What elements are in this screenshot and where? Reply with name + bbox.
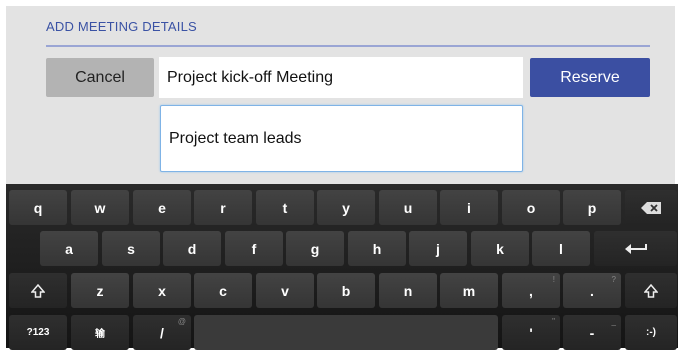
period-hint: ?	[611, 275, 616, 284]
key-y[interactable]: y	[317, 190, 375, 225]
reserve-button[interactable]: Reserve	[530, 58, 650, 97]
apostrophe-label: '	[529, 324, 533, 341]
key-v[interactable]: v	[256, 273, 314, 308]
space-bar[interactable]	[194, 315, 498, 350]
shift-icon	[31, 283, 45, 298]
key-i[interactable]: i	[440, 190, 498, 225]
dash-label: -	[589, 324, 595, 341]
key-d[interactable]: d	[163, 231, 221, 266]
key-h[interactable]: h	[348, 231, 406, 266]
key-k[interactable]: k	[471, 231, 529, 266]
enter-key[interactable]	[594, 231, 677, 266]
key-l[interactable]: l	[532, 231, 590, 266]
shift-icon	[644, 283, 658, 298]
key-w[interactable]: w	[71, 190, 129, 225]
key-period[interactable]: . ?	[563, 273, 621, 308]
enter-icon	[624, 243, 647, 254]
key-x[interactable]: x	[133, 273, 191, 308]
slash-label: /	[160, 324, 164, 341]
key-z[interactable]: z	[71, 273, 129, 308]
key-slash[interactable]: / @	[133, 315, 191, 350]
smiley-key[interactable]: :-)	[625, 315, 677, 350]
key-a[interactable]: a	[40, 231, 98, 266]
language-key[interactable]: 输	[71, 315, 129, 350]
meeting-title-value: Project kick-off Meeting	[167, 68, 333, 86]
key-b[interactable]: b	[317, 273, 375, 308]
key-m[interactable]: m	[440, 273, 498, 308]
attendees-value: Project team leads	[169, 129, 302, 147]
key-apostrophe[interactable]: ' "	[502, 315, 560, 350]
attendees-input[interactable]: Project team leads	[160, 105, 523, 172]
key-c[interactable]: c	[194, 273, 252, 308]
key-comma[interactable]: , !	[502, 273, 560, 308]
key-o[interactable]: o	[502, 190, 560, 225]
key-r[interactable]: r	[194, 190, 252, 225]
dash-hint: _	[611, 317, 616, 326]
key-g[interactable]: g	[286, 231, 344, 266]
dialog-title: ADD MEETING DETAILS	[46, 19, 197, 34]
key-s[interactable]: s	[102, 231, 160, 266]
shift-key-right[interactable]	[625, 273, 677, 308]
title-divider	[46, 45, 650, 47]
cancel-button[interactable]: Cancel	[46, 58, 154, 97]
key-e[interactable]: e	[133, 190, 191, 225]
key-j[interactable]: j	[409, 231, 467, 266]
apostrophe-hint: "	[552, 317, 555, 326]
symbols-key[interactable]: ?123	[9, 315, 67, 350]
shift-key-left[interactable]	[9, 273, 67, 308]
key-q[interactable]: q	[9, 190, 67, 225]
backspace-key[interactable]	[625, 190, 677, 225]
backspace-icon	[641, 201, 661, 214]
slash-hint: @	[177, 317, 186, 326]
key-t[interactable]: t	[256, 190, 314, 225]
key-dash[interactable]: - _	[563, 315, 621, 350]
key-f[interactable]: f	[225, 231, 283, 266]
on-screen-keyboard: q w e r t y u i o p a s d f g h j k l z …	[6, 184, 678, 350]
key-n[interactable]: n	[379, 273, 437, 308]
comma-hint: !	[552, 275, 555, 284]
meeting-title-input[interactable]: Project kick-off Meeting	[159, 57, 523, 98]
period-label: .	[590, 282, 594, 299]
key-p[interactable]: p	[563, 190, 621, 225]
add-meeting-dialog: ADD MEETING DETAILS Cancel Project kick-…	[6, 6, 675, 184]
comma-label: ,	[529, 282, 533, 299]
key-u[interactable]: u	[379, 190, 437, 225]
